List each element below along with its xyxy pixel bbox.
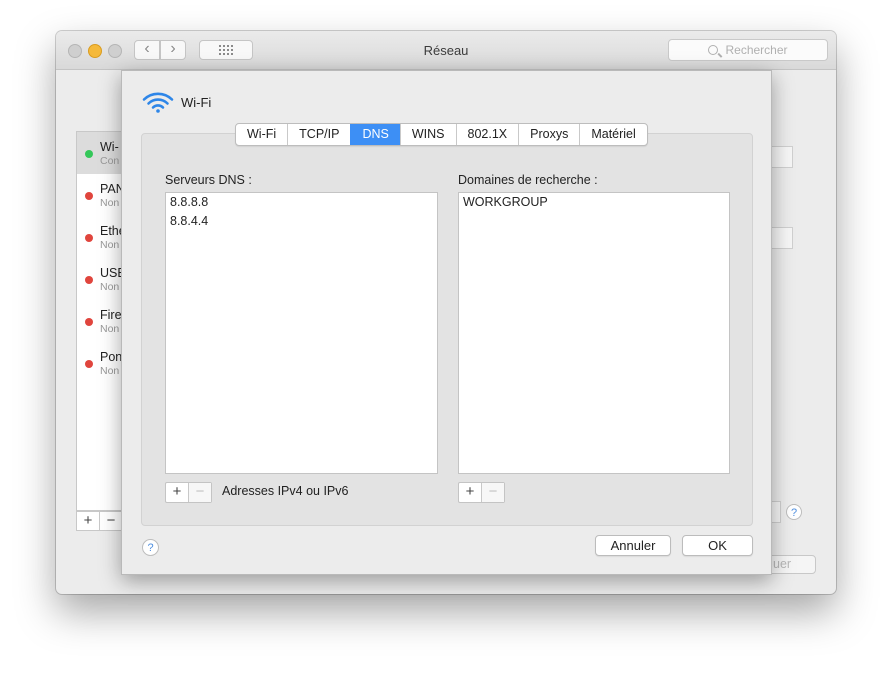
- dns-servers-label: Serveurs DNS :: [165, 173, 252, 187]
- service-status: Non: [100, 197, 120, 209]
- titlebar: ‹ › Réseau Rechercher: [56, 31, 836, 70]
- tab-8021x[interactable]: 802.1X: [455, 124, 519, 145]
- service-item-wifi[interactable]: Wi- Con: [77, 132, 127, 174]
- search-icon: [708, 45, 719, 55]
- status-dot: [85, 150, 93, 158]
- service-item-usb[interactable]: USB Non: [77, 258, 127, 300]
- search-placeholder: Rechercher: [725, 43, 788, 57]
- service-item-ethernet[interactable]: Ethe Non: [77, 216, 127, 258]
- status-dot: [85, 276, 93, 284]
- tab-tcpip[interactable]: TCP/IP: [287, 124, 350, 145]
- service-status: Con: [100, 155, 120, 167]
- dns-servers-list[interactable]: 8.8.8.8 8.8.4.4: [165, 192, 438, 474]
- remove-dns-button[interactable]: −: [188, 483, 211, 502]
- background-field-fragment: [771, 227, 793, 249]
- status-dot: [85, 192, 93, 200]
- search-domain-entry[interactable]: WORKGROUP: [459, 193, 729, 212]
- service-name: Fire: [100, 308, 122, 322]
- remove-service-button[interactable]: −: [99, 512, 122, 530]
- service-status: Non: [100, 239, 120, 251]
- dns-server-entry[interactable]: 8.8.8.8: [166, 193, 437, 212]
- connection-name: Wi-Fi: [181, 95, 212, 110]
- wifi-icon: [142, 92, 174, 113]
- service-status: Non: [100, 323, 120, 335]
- tab-wins[interactable]: WINS: [399, 124, 456, 145]
- ok-button[interactable]: OK: [682, 535, 753, 556]
- add-domain-button[interactable]: +: [459, 483, 481, 502]
- settings-tabs: Wi-Fi TCP/IP DNS WINS 802.1X Proxys Maté…: [235, 123, 648, 146]
- status-dot: [85, 234, 93, 242]
- search-field[interactable]: Rechercher: [668, 39, 828, 61]
- dns-server-entry[interactable]: 8.8.4.4: [166, 212, 437, 231]
- add-dns-button[interactable]: +: [166, 483, 188, 502]
- service-item-firewire[interactable]: Fire Non: [77, 300, 127, 342]
- help-button[interactable]: ?: [142, 539, 159, 556]
- service-name: Pon: [100, 350, 123, 364]
- address-hint: Adresses IPv4 ou IPv6: [222, 484, 349, 498]
- background-field-fragment: [771, 501, 781, 523]
- advanced-settings-sheet: Wi-Fi Wi-Fi TCP/IP DNS WINS 802.1X Proxy…: [121, 70, 772, 575]
- service-status: Non: [100, 281, 120, 293]
- tab-wifi[interactable]: Wi-Fi: [236, 124, 287, 145]
- tab-proxys[interactable]: Proxys: [518, 124, 579, 145]
- tab-dns[interactable]: DNS: [350, 124, 400, 145]
- service-name: Wi-: [100, 140, 119, 154]
- domains-add-remove: + −: [458, 482, 505, 503]
- service-status: Non: [100, 365, 120, 377]
- service-item-bridge[interactable]: Pon Non: [77, 342, 127, 384]
- service-list: Wi- Con PAN Non Ethe Non USB Non Fire No…: [76, 131, 127, 511]
- service-item-pan[interactable]: PAN Non: [77, 174, 127, 216]
- background-help-button[interactable]: ?: [786, 504, 802, 520]
- status-dot: [85, 360, 93, 368]
- dns-add-remove: + −: [165, 482, 212, 503]
- status-dot: [85, 318, 93, 326]
- search-domains-list[interactable]: WORKGROUP: [458, 192, 730, 474]
- search-domains-label: Domaines de recherche :: [458, 173, 598, 187]
- add-service-button[interactable]: +: [77, 512, 99, 530]
- service-add-remove: + −: [76, 511, 123, 531]
- cancel-button[interactable]: Annuler: [595, 535, 671, 556]
- background-field-fragment: [771, 146, 793, 168]
- remove-domain-button[interactable]: −: [481, 483, 504, 502]
- tab-materiel[interactable]: Matériel: [579, 124, 646, 145]
